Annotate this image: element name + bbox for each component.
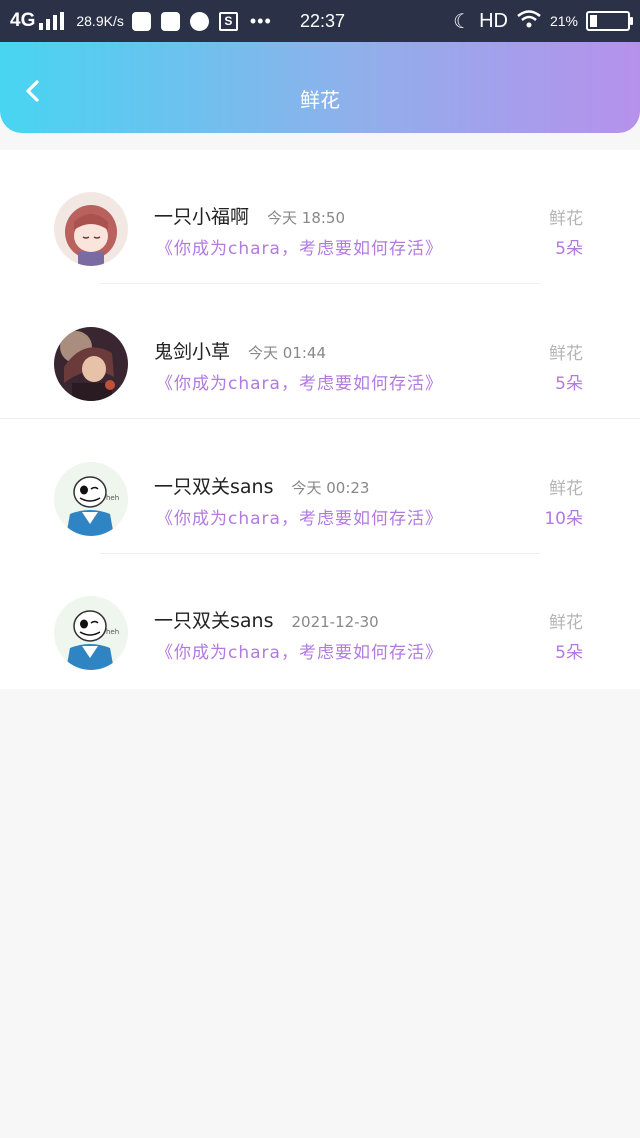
hd-indicator: HD xyxy=(479,9,508,32)
row-divider xyxy=(100,283,540,284)
flower-record-list: 一只小福啊 今天 18:50 《你成为chara，考虑要如何存活》 鲜花 5朵 鬼剑小草今… xyxy=(0,150,640,689)
gift-type-label: 鲜花 xyxy=(549,479,583,499)
record-time: 2021-12-30 xyxy=(291,613,379,631)
title-bar: 鲜花 xyxy=(0,42,640,133)
svg-text:heh: heh xyxy=(106,494,119,502)
page-title: 鲜花 xyxy=(300,88,340,112)
user-name[interactable]: 一只小福啊 xyxy=(154,202,249,229)
s-app-icon: S xyxy=(218,11,238,31)
name-line: 一只双关sans 今天 00:23 xyxy=(154,472,369,499)
wifi-icon xyxy=(516,9,542,34)
network-speed: 28.9K/s xyxy=(76,13,124,29)
user-name[interactable]: 鬼剑小草 xyxy=(154,337,230,364)
flower-record-row[interactable]: heh 一只双关sans 今天 00:23 《你成为chara，考虑要如何存活》 鲜花 1… xyxy=(0,420,640,554)
row-divider xyxy=(0,418,640,419)
row-divider xyxy=(100,553,540,554)
flower-record-row[interactable]: 鬼剑小草 今天 01:44 《你成为chara，考虑要如何存活》 鲜花 5朵 xyxy=(0,285,640,419)
battery-percent: 21% xyxy=(549,13,578,29)
name-line: 一只小福啊 今天 18:50 xyxy=(154,202,345,229)
status-bar: 4G 28.9K/s S ••• 22:37 ☾ HD 21% xyxy=(0,0,640,42)
gift-count: 5朵 xyxy=(555,643,583,663)
gift-count: 10朵 xyxy=(544,509,583,529)
user-name[interactable]: 一只双关sans xyxy=(154,472,273,499)
shopping-bag-icon xyxy=(131,11,151,31)
flower-record-row[interactable]: heh 一只双关sans 2021-12-30 《你成为chara，考虑要如何存活》 鲜… xyxy=(0,554,640,688)
svg-text:heh: heh xyxy=(106,628,119,636)
clock: 22:37 xyxy=(300,11,346,31)
flower-record-row[interactable]: 一只小福啊 今天 18:50 《你成为chara，考虑要如何存活》 鲜花 5朵 xyxy=(0,150,640,284)
gift-type-label: 鲜花 xyxy=(549,613,583,633)
signal-icon xyxy=(39,12,65,30)
gift-count: 5朵 xyxy=(555,374,583,394)
more-dots-icon: ••• xyxy=(249,10,272,31)
avatar[interactable]: heh xyxy=(54,596,128,670)
record-time: 今天 18:50 xyxy=(267,209,346,227)
gift-type-label: 鲜花 xyxy=(549,344,583,364)
moon-icon: ☾ xyxy=(453,10,472,33)
user-name[interactable]: 一只双关sans xyxy=(154,606,273,633)
avatar[interactable] xyxy=(54,192,128,266)
name-line: 一只双关sans 2021-12-30 xyxy=(154,606,379,633)
book-title[interactable]: 《你成为chara，考虑要如何存活》 xyxy=(156,638,443,663)
gift-type-label: 鲜花 xyxy=(549,209,583,229)
status-left: 4G 28.9K/s S ••• xyxy=(10,0,272,42)
avatar[interactable] xyxy=(54,327,128,401)
name-line: 鬼剑小草 今天 01:44 xyxy=(154,337,326,364)
avatar[interactable]: heh xyxy=(54,462,128,536)
battery-icon xyxy=(586,11,633,31)
status-right: ☾ HD 21% xyxy=(453,0,633,42)
book-title[interactable]: 《你成为chara，考虑要如何存活》 xyxy=(156,234,443,259)
planet-icon xyxy=(189,11,209,31)
network-type: 4G xyxy=(10,10,36,31)
gift-count: 5朵 xyxy=(555,239,583,259)
book-title[interactable]: 《你成为chara，考虑要如何存活》 xyxy=(156,504,443,529)
record-time: 今天 01:44 xyxy=(248,344,327,362)
record-time: 今天 00:23 xyxy=(291,479,370,497)
book-title[interactable]: 《你成为chara，考虑要如何存活》 xyxy=(156,369,443,394)
shopping-bag-icon xyxy=(160,11,180,31)
